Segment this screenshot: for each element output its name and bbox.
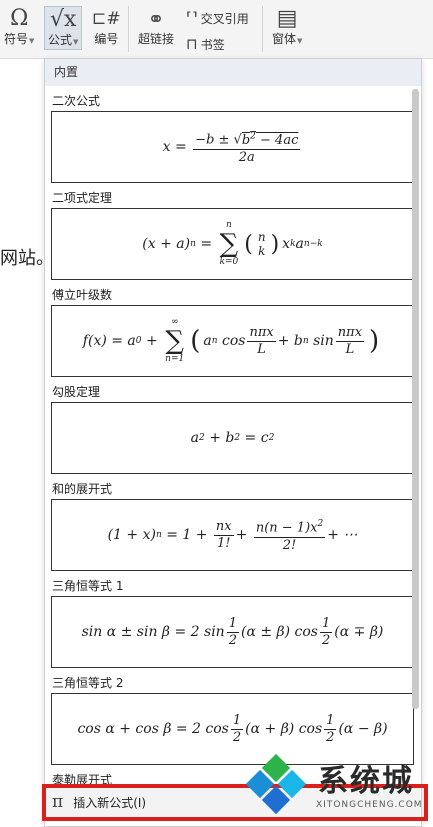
equation-fourier[interactable]: f(x) = a0 + ∞ ∑ n=1(a n cos nπx L + bn sin nπx L… — [51, 305, 414, 377]
section-title: 傅立叶级数 — [52, 288, 113, 302]
bookmark-button[interactable]: ⊓ 书签 — [186, 35, 225, 53]
equation-binomial[interactable]: (x + a) n = n ∑ k=0(n k) x k a n−k — [51, 208, 414, 280]
cross-reference-label: 交叉引用 — [200, 11, 249, 26]
equation-expansion[interactable]: (1 + x) n = 1 + nx 1! + n(n − 1)x2 2! + ⋯ — [51, 499, 414, 571]
formula-label: 公式 — [48, 33, 73, 47]
section-title: 二项式定理 — [52, 191, 113, 205]
section-title: 二次公式 — [52, 94, 101, 108]
panel-header: 内置 — [45, 59, 421, 86]
equation-trig-2[interactable]: cos α + cos β = 2 cos 1 2 (α + β) cos 1 2 (α −… — [51, 693, 414, 765]
symbol-button[interactable]: Ω 符号▼ — [4, 6, 34, 48]
equation-quadratic[interactable]: x = −b ± √b2 − 4ac 2a — [51, 111, 414, 183]
omega-icon: Ω — [10, 6, 29, 31]
hyperlink-button[interactable]: ⚭ 超链接 — [138, 6, 174, 46]
insert-new-equation-label: 插入新公式(I) — [73, 795, 147, 810]
numbering-label: 编号 — [94, 32, 119, 46]
divider — [128, 6, 129, 52]
cross-reference-icon: ⸢⸣ — [186, 9, 198, 27]
window-label: 窗体 — [272, 32, 297, 46]
section-title: 和的展开式 — [52, 482, 113, 496]
form-icon: ▤ — [276, 6, 298, 31]
chevron-down-icon: ▼ — [297, 37, 303, 45]
chevron-down-icon: ▼ — [73, 38, 79, 46]
section-title: 三角恒等式 1 — [52, 579, 124, 593]
insert-new-equation-button[interactable]: π 插入新公式(I) — [44, 787, 420, 817]
numbering-icon: ⊏# — [92, 9, 121, 29]
sqrt-icon: √x — [49, 7, 77, 32]
ribbon-toolbar: Ω 符号▼ √x 公式▼ ⊏# 编号 ⚭ 超链接 ⸢⸣ 交叉引用 ⊓ 书签 ▤ … — [0, 0, 433, 59]
formula-button[interactable]: √x 公式▼ — [44, 6, 83, 50]
equation-trig-1[interactable]: sin α ± sin β = 2 sin 1 2 (α ± β) cos 1 2 (α ∓… — [51, 596, 414, 668]
chevron-down-icon: ▼ — [29, 37, 35, 45]
section-title: 勾股定理 — [52, 385, 101, 399]
scrollbar[interactable] — [412, 89, 419, 709]
bookmark-label: 书签 — [200, 37, 225, 52]
divider — [262, 6, 263, 52]
numbering-button[interactable]: ⊏# 编号 — [92, 6, 121, 46]
cross-reference-button[interactable]: ⸢⸣ 交叉引用 — [186, 9, 249, 27]
section-title: 三角恒等式 2 — [52, 676, 124, 690]
window-button[interactable]: ▤ 窗体▼ — [272, 6, 302, 48]
equation-gallery-panel: 内置 二次公式 x = −b ± √b2 − 4ac 2a 二项式定理 (x + … — [44, 58, 422, 827]
equation-pythagorean[interactable]: a2 + b2 = c2 — [51, 402, 414, 474]
bookmark-icon: ⊓ — [186, 35, 198, 53]
link-icon: ⚭ — [147, 7, 165, 31]
pi-icon: π — [52, 792, 64, 812]
symbol-label: 符号 — [4, 32, 29, 46]
hyperlink-label: 超链接 — [138, 32, 175, 46]
